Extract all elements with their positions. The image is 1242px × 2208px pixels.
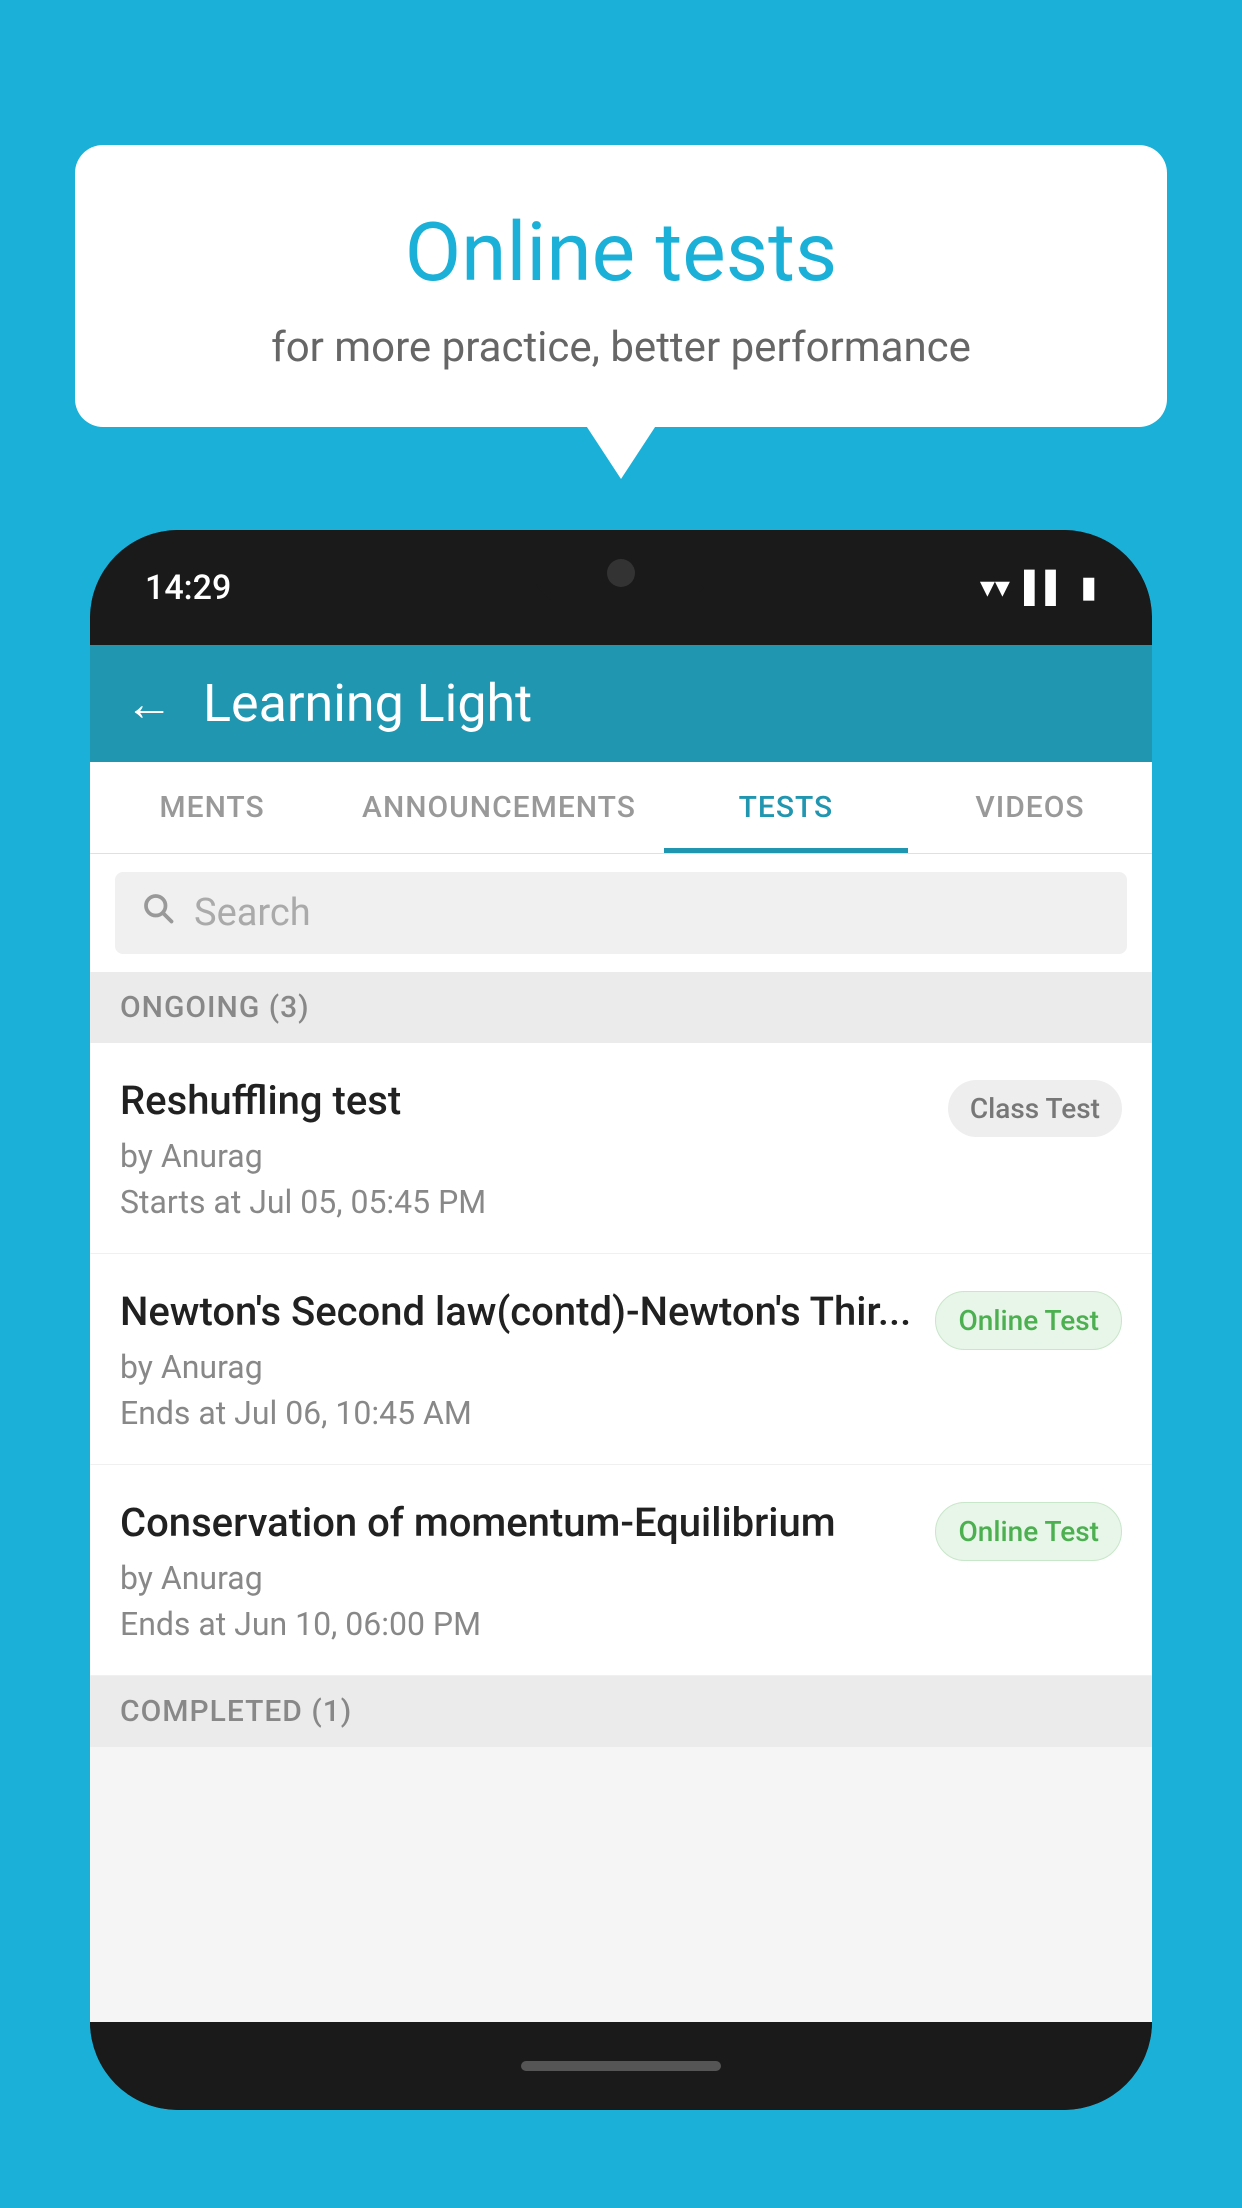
test-title-conservation: Conservation of momentum-Equilibrium xyxy=(120,1497,915,1549)
back-button[interactable]: ← xyxy=(125,680,173,728)
app-screen: ← Learning Light MENTS ANNOUNCEMENTS TES… xyxy=(90,645,1152,2022)
home-bar[interactable] xyxy=(521,2061,721,2071)
test-title-reshuffling: Reshuffling test xyxy=(120,1075,928,1127)
app-header: ← Learning Light xyxy=(90,645,1152,762)
test-author-newtons: by Anurag xyxy=(120,1348,915,1386)
wifi-icon: ▾▾ xyxy=(980,570,1010,605)
search-container: Search xyxy=(90,854,1152,972)
test-date-conservation: Ends at Jun 10, 06:00 PM xyxy=(120,1605,915,1643)
phone-frame: 14:29 ▾▾ ▌▌ ▮ ← Learning Light xyxy=(90,530,1152,2110)
speech-bubble: Online tests for more practice, better p… xyxy=(75,145,1167,427)
signal-icon: ▌▌ xyxy=(1024,570,1067,605)
test-date-newtons: Ends at Jul 06, 10:45 AM xyxy=(120,1394,915,1432)
battery-icon: ▮ xyxy=(1080,570,1097,605)
status-bar: 14:29 ▾▾ ▌▌ ▮ xyxy=(90,530,1152,645)
test-info-conservation: Conservation of momentum-Equilibrium by … xyxy=(120,1497,935,1643)
tab-bar: MENTS ANNOUNCEMENTS TESTS VIDEOS xyxy=(90,762,1152,854)
test-info-reshuffling: Reshuffling test by Anurag Starts at Jul… xyxy=(120,1075,948,1221)
test-info-newtons: Newton's Second law(contd)-Newton's Thir… xyxy=(120,1286,935,1432)
app-header-title: Learning Light xyxy=(203,673,532,734)
bubble-subtitle: for more practice, better performance xyxy=(125,323,1117,372)
search-placeholder: Search xyxy=(194,891,311,935)
front-camera xyxy=(607,559,635,587)
status-time: 14:29 xyxy=(145,568,231,608)
tab-tests[interactable]: TESTS xyxy=(664,762,908,853)
test-author-reshuffling: by Anurag xyxy=(120,1137,928,1175)
tab-assignments[interactable]: MENTS xyxy=(90,762,334,853)
tab-videos[interactable]: VIDEOS xyxy=(908,762,1152,853)
test-title-newtons: Newton's Second law(contd)-Newton's Thir… xyxy=(120,1286,915,1338)
phone-container: 14:29 ▾▾ ▌▌ ▮ ← Learning Light xyxy=(90,530,1152,2208)
ongoing-section-header: ONGOING (3) xyxy=(90,972,1152,1043)
test-item-reshuffling[interactable]: Reshuffling test by Anurag Starts at Jul… xyxy=(90,1043,1152,1254)
notch xyxy=(531,540,711,605)
tab-announcements[interactable]: ANNOUNCEMENTS xyxy=(334,762,664,853)
test-badge-reshuffling: Class Test xyxy=(948,1080,1122,1137)
search-bar[interactable]: Search xyxy=(115,872,1127,954)
test-badge-newtons: Online Test xyxy=(935,1291,1122,1350)
test-badge-conservation: Online Test xyxy=(935,1502,1122,1561)
test-item-newtons[interactable]: Newton's Second law(contd)-Newton's Thir… xyxy=(90,1254,1152,1465)
bubble-title: Online tests xyxy=(125,205,1117,301)
phone-bottom xyxy=(90,2022,1152,2110)
status-icons: ▾▾ ▌▌ ▮ xyxy=(980,570,1097,605)
test-author-conservation: by Anurag xyxy=(120,1559,915,1597)
search-icon xyxy=(140,890,176,936)
test-item-conservation[interactable]: Conservation of momentum-Equilibrium by … xyxy=(90,1465,1152,1676)
completed-section-header: COMPLETED (1) xyxy=(90,1676,1152,1747)
test-date-reshuffling: Starts at Jul 05, 05:45 PM xyxy=(120,1183,928,1221)
